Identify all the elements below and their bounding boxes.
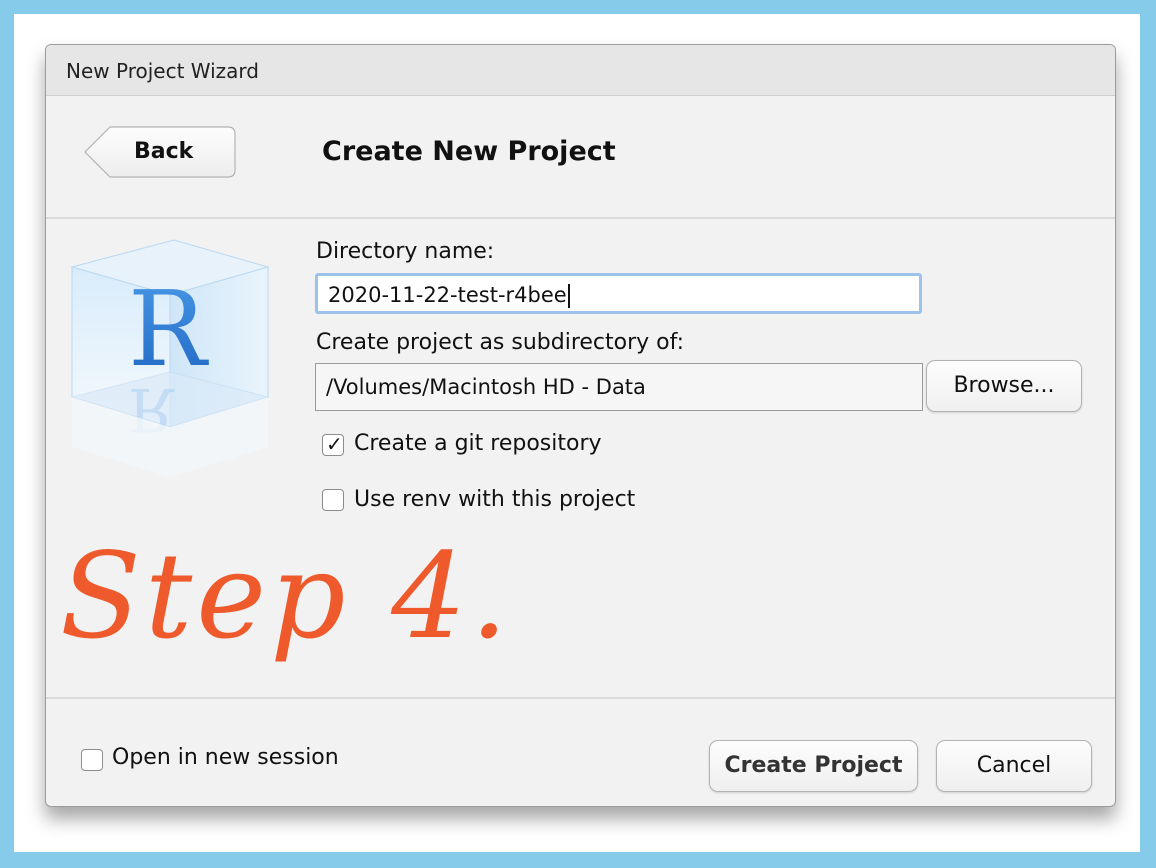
svg-text:R: R <box>128 268 209 390</box>
parent-directory-label: Create project as subdirectory of: <box>316 330 684 355</box>
step-annotation: Step 4. <box>60 527 512 665</box>
directory-name-value: 2020-11-22-test-r4bee <box>328 283 567 307</box>
parent-directory-value: /Volumes/Macintosh HD - Data <box>326 375 646 399</box>
parent-directory-input[interactable]: /Volumes/Macintosh HD - Data <box>315 363 923 411</box>
create-project-button[interactable]: Create Project <box>709 740 918 792</box>
new-session-label[interactable]: Open in new session <box>112 745 339 770</box>
checkmark-icon: ✓ <box>326 432 343 456</box>
title-bar: New Project Wizard <box>46 45 1115 96</box>
page-title: Create New Project <box>322 136 616 167</box>
cancel-button[interactable]: Cancel <box>936 740 1092 792</box>
git-checkbox[interactable]: ✓ <box>322 432 344 456</box>
text-caret <box>567 284 570 308</box>
back-button[interactable]: Back <box>84 126 236 178</box>
back-button-label: Back <box>134 139 194 164</box>
renv-checkbox-label[interactable]: Use renv with this project <box>354 487 635 512</box>
git-checkbox-label[interactable]: Create a git repository <box>354 431 602 456</box>
new-project-dialog: New Project Wizard Back Create New Proje… <box>45 44 1116 807</box>
directory-name-input[interactable]: 2020-11-22-test-r4bee <box>315 273 922 314</box>
browse-button[interactable]: Browse... <box>926 360 1082 412</box>
renv-checkbox[interactable] <box>322 489 344 511</box>
new-session-checkbox[interactable] <box>81 749 103 771</box>
wizard-header: Back Create New Project <box>46 96 1115 219</box>
footer-divider <box>46 697 1115 699</box>
directory-name-label: Directory name: <box>316 239 495 264</box>
window-title: New Project Wizard <box>66 59 259 83</box>
r-logo-cube-icon: R R <box>70 239 270 477</box>
